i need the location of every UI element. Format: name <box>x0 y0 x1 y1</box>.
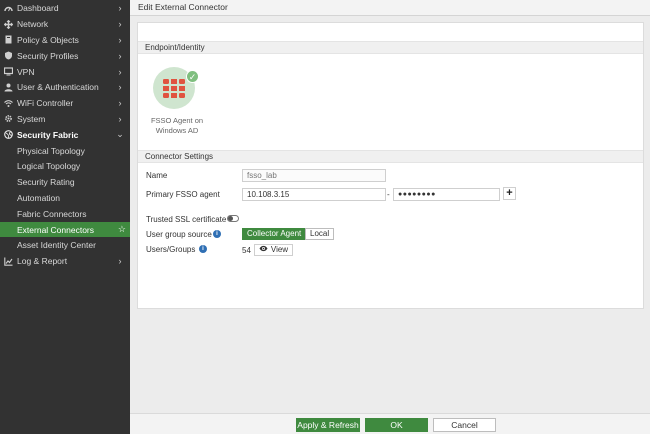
sidebar-item-label: User & Authentication <box>17 82 99 93</box>
fsso-agent-tile[interactable]: ✓ FSSO Agent on Windows AD <box>146 67 208 142</box>
sidebar-item-label: External Connectors <box>17 224 95 235</box>
monitor-icon <box>4 67 13 76</box>
policy-icon <box>4 35 13 44</box>
info-icon[interactable]: i <box>199 245 207 253</box>
sidebar-item-label: VPN <box>17 66 35 77</box>
chevron-right-icon: › <box>118 19 122 30</box>
sidebar-item-log-report[interactable]: Log & Report › <box>0 253 130 269</box>
sidebar-item-label: Network <box>17 19 49 30</box>
network-icon <box>4 19 13 29</box>
shield-icon <box>4 51 13 60</box>
sidebar-item-security-fabric[interactable]: Security Fabric ⌄ <box>0 127 130 143</box>
sidebar-item-label: Logical Topology <box>17 161 81 172</box>
name-label: Name <box>146 171 168 180</box>
sidebar-item-network[interactable]: Network › <box>0 16 130 32</box>
name-field[interactable] <box>242 169 386 182</box>
fabric-icon <box>4 130 13 140</box>
sidebar-item-policy-objects[interactable]: Policy & Objects › <box>0 32 130 48</box>
sidebar-item-label: Security Profiles <box>17 50 79 61</box>
sidebar-item-label: Fabric Connectors <box>17 208 87 219</box>
page-title: Edit External Connector <box>130 0 650 16</box>
primary-fsso-password-field[interactable]: ●●●●●●●● <box>393 188 500 201</box>
sidebar-item-automation[interactable]: Automation <box>0 190 130 206</box>
section-endpoint-identity: Endpoint/Identity <box>138 41 643 54</box>
apply-refresh-button[interactable]: Apply & Refresh <box>296 418 360 432</box>
sidebar-item-label: Automation <box>17 192 60 203</box>
cancel-button[interactable]: Cancel <box>433 418 496 432</box>
sidebar-item-label: Security Rating <box>17 177 75 188</box>
view-label: View <box>270 245 289 254</box>
sidebar-item-label: Asset Identity Center <box>17 240 96 251</box>
sidebar-item-label: WiFi Controller <box>17 98 74 109</box>
user-group-source-label: User group source <box>146 230 212 239</box>
chevron-right-icon: › <box>118 82 122 93</box>
sidebar-item-physical-topology[interactable]: Physical Topology <box>0 143 130 159</box>
sidebar-item-asset-identity-center[interactable]: Asset Identity Center <box>0 238 130 254</box>
chevron-right-icon: › <box>118 3 122 14</box>
sidebar-item-label: Security Fabric <box>17 129 79 140</box>
chart-icon <box>4 257 13 266</box>
sidebar-item-user-authentication[interactable]: User & Authentication › <box>0 80 130 96</box>
users-groups-label: Users/Groups <box>146 245 196 254</box>
primary-fsso-ip-field[interactable] <box>242 188 386 201</box>
sidebar-item-security-profiles[interactable]: Security Profiles › <box>0 48 130 64</box>
sidebar-item-label: Log & Report <box>17 256 68 267</box>
sidebar-item-vpn[interactable]: VPN › <box>0 64 130 80</box>
fsso-tile-label: FSSO Agent on Windows AD <box>146 116 208 135</box>
chevron-right-icon: › <box>118 34 122 45</box>
fsso-tile-label-line1: FSSO Agent on <box>150 116 204 125</box>
sidebar-item-system[interactable]: System › <box>0 111 130 127</box>
collector-agent-option[interactable]: Collector Agent <box>242 228 307 240</box>
sidebar-item-label: System <box>17 113 46 124</box>
star-icon[interactable]: ☆ <box>118 224 126 235</box>
sidebar-item-security-rating[interactable]: Security Rating <box>0 174 130 190</box>
sidebar-item-label: Physical Topology <box>17 145 85 156</box>
chevron-right-icon: › <box>118 50 122 61</box>
chevron-down-icon: ⌄ <box>116 129 124 140</box>
sidebar-item-external-connectors[interactable]: External Connectors ☆ <box>0 221 130 238</box>
trusted-ssl-toggle[interactable] <box>227 215 239 222</box>
sidebar-item-dashboard[interactable]: Dashboard › <box>0 1 130 17</box>
user-icon <box>4 83 13 92</box>
ok-button[interactable]: OK <box>365 418 428 432</box>
fortinet-logo-icon <box>163 78 185 98</box>
sidebar: Dashboard › Network › Policy & Objects ›… <box>0 0 130 434</box>
footer-bar: Apply & Refresh OK Cancel <box>130 413 650 434</box>
chevron-right-icon: › <box>118 66 122 77</box>
primary-fsso-agent-label: Primary FSSO agent <box>146 190 220 199</box>
chevron-right-icon: › <box>118 98 122 109</box>
fsso-tile-label-line2: Windows AD <box>155 125 199 135</box>
gear-icon <box>4 114 13 123</box>
sidebar-item-label: Dashboard <box>17 3 59 14</box>
section-connector-settings: Connector Settings <box>138 150 643 163</box>
toggle-knob <box>228 216 233 221</box>
chevron-right-icon: › <box>118 113 122 124</box>
sidebar-item-wifi-controller[interactable]: WiFi Controller › <box>0 95 130 111</box>
eye-icon <box>259 245 268 255</box>
add-agent-button[interactable]: + <box>503 187 516 200</box>
users-groups-count: 54 <box>242 246 251 255</box>
wifi-icon <box>4 99 13 108</box>
chevron-right-icon: › <box>118 256 122 267</box>
sidebar-item-fabric-connectors[interactable]: Fabric Connectors <box>0 206 130 222</box>
info-icon[interactable]: i <box>213 230 221 238</box>
local-option[interactable]: Local <box>305 228 335 240</box>
view-users-button[interactable]: View <box>254 244 293 256</box>
sidebar-item-logical-topology[interactable]: Logical Topology <box>0 159 130 175</box>
trusted-ssl-label: Trusted SSL certificate <box>146 215 227 224</box>
check-icon: ✓ <box>186 70 199 83</box>
connector-form-card: Endpoint/Identity ✓ FSSO Agent on Window… <box>137 22 644 309</box>
sidebar-item-label: Policy & Objects <box>17 34 79 45</box>
agent-separator: - <box>387 190 390 199</box>
dashboard-icon <box>4 4 13 13</box>
